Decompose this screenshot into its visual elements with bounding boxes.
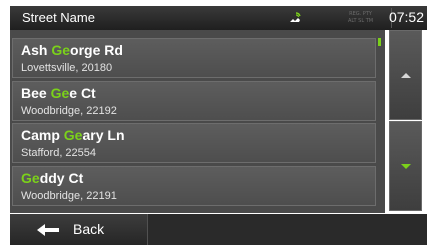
- scroll-down-button[interactable]: [389, 121, 422, 211]
- street-name: Geddy Ct: [21, 170, 84, 186]
- result-item[interactable]: Ash George Rd Lovettsville, 20180: [12, 38, 376, 78]
- gps-satellite-icon: [290, 12, 301, 22]
- result-item[interactable]: Camp Geary Ln Stafford, 22554: [12, 123, 376, 163]
- back-button[interactable]: Back: [10, 214, 148, 245]
- street-location: Woodbridge, 22192: [21, 105, 117, 117]
- street-name: Ash George Rd: [21, 42, 123, 58]
- status-small-bottom: ALT SL TM: [348, 18, 374, 24]
- street-name-screen: Street Name REG. PTY ALT SL TM 07:52 Ash…: [0, 0, 427, 245]
- page-title: Street Name: [22, 10, 95, 25]
- status-small-top: REG. PTY: [349, 11, 372, 17]
- result-item[interactable]: Geddy Ct Woodbridge, 22191: [12, 166, 376, 206]
- chevron-up-icon: [401, 73, 411, 78]
- street-location: Woodbridge, 22191: [21, 190, 117, 202]
- result-item[interactable]: Bee Gee Ct Woodbridge, 22192: [12, 81, 376, 121]
- chevron-down-icon: [401, 164, 411, 169]
- status-indicators: REG. PTY ALT SL TM: [348, 11, 373, 25]
- list-scroll-indicator: [378, 38, 381, 46]
- clock: 07:52: [388, 9, 424, 25]
- scroll-up-button[interactable]: [389, 30, 422, 120]
- arrow-left-icon: [37, 224, 59, 236]
- header-bar: Street Name REG. PTY ALT SL TM 07:52: [10, 6, 427, 30]
- street-location: Stafford, 22554: [21, 147, 97, 159]
- street-name: Camp Geary Ln: [21, 127, 125, 143]
- back-label: Back: [73, 221, 105, 237]
- street-location: Lovettsville, 20180: [21, 62, 113, 74]
- street-name: Bee Gee Ct: [21, 85, 96, 101]
